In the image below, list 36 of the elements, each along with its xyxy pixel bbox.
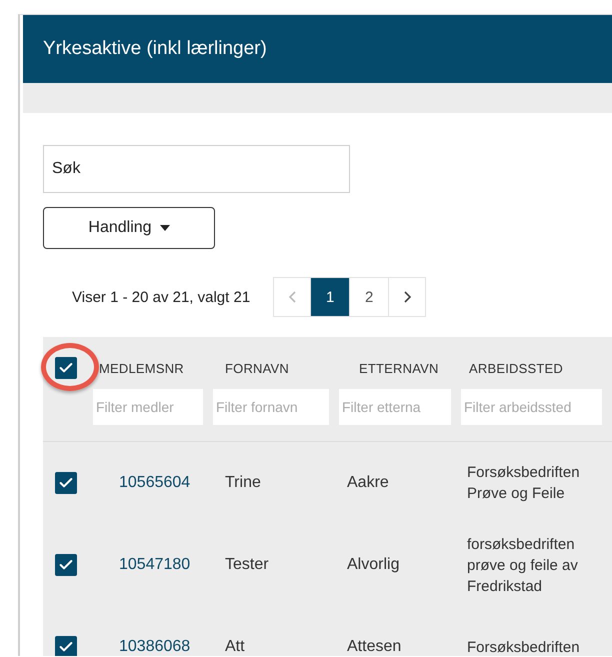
chevron-left-icon <box>288 291 296 303</box>
column-header[interactable]: ARBEIDSSTED <box>461 360 612 376</box>
table-cell-text: Forsøksbedriften <box>466 464 580 481</box>
filter-field[interactable]: Filter arbeidssted <box>461 389 602 425</box>
chevron-right-icon <box>404 291 411 303</box>
page-title: Yrkesaktive (inkl lærlinger) <box>43 38 267 60</box>
search-field[interactable]: Søk <box>43 145 350 193</box>
table-cell-text: Tester <box>224 556 270 574</box>
member-number-link[interactable]: 10547180 <box>93 556 213 574</box>
table-cell-text: prøve og feile av <box>466 556 578 574</box>
checkbox[interactable] <box>55 554 77 576</box>
table-cell-text: Att <box>224 638 246 656</box>
checkbox[interactable] <box>55 636 77 656</box>
result-summary: Viser 1 - 20 av 21, valgt 21 <box>72 288 250 306</box>
caret-icon <box>160 225 170 231</box>
action-dropdown-button[interactable]: Handling <box>43 207 215 249</box>
table-cell-text: Attesen <box>346 638 402 656</box>
table-cell-text: Fredrikstad <box>466 578 542 594</box>
column-header[interactable]: FORNAVN <box>213 360 339 376</box>
table-cell-text: forsøksbedriften <box>466 536 575 552</box>
table-cell-text: Prøve og Feile <box>466 485 565 502</box>
filter-field[interactable]: Filter fornavn <box>213 389 329 425</box>
member-number-link[interactable]: 10386068 <box>93 638 213 656</box>
page-button[interactable]: 2 <box>349 277 390 317</box>
checkbox[interactable] <box>55 472 77 494</box>
column-header[interactable]: MEDLEMSNR <box>93 360 213 376</box>
checkbox[interactable] <box>55 357 77 379</box>
table-cell-text: Trine <box>224 474 262 492</box>
member-number-link[interactable]: 10565604 <box>93 474 213 492</box>
column-header[interactable]: ETTERNAVN <box>339 360 461 376</box>
table-cell-text: Alvorlig <box>346 556 400 574</box>
table-cell-text: Aakre <box>346 474 390 492</box>
table-cell-text: Forsøksbedriften <box>466 638 580 656</box>
filter-field[interactable]: Filter etterna <box>339 389 451 425</box>
page-button[interactable]: 1 <box>310 277 350 317</box>
filter-field[interactable]: Filter medler <box>93 389 203 425</box>
